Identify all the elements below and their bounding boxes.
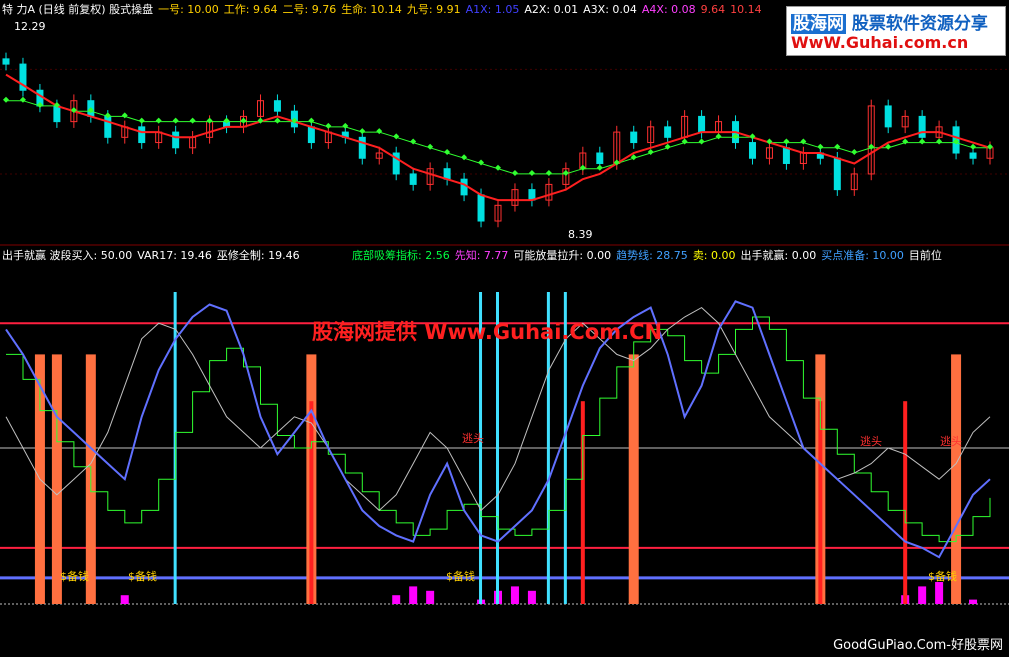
candle-body (969, 152, 977, 159)
header-top-item: A2X: 0.01 (524, 3, 579, 16)
candle-body (918, 115, 926, 138)
sell-signal-bar (903, 401, 908, 604)
candle-body (2, 58, 10, 65)
header-mid-item: 出手就赢 波段买入: 50.00 (2, 249, 133, 262)
accumulation-bar (935, 582, 944, 604)
accumulation-bar (120, 595, 129, 604)
buy-signal-bar (51, 354, 62, 604)
header-top-item: A3X: 0.04 (583, 3, 637, 16)
site-logo: 股海网 股票软件资源分享 WwW.Guhai.com.cn (786, 6, 1006, 56)
header-top-item: 生命: 10.14 (341, 3, 402, 16)
candle-body (664, 126, 672, 138)
sell-signal-label: 逃头 (462, 432, 484, 445)
header-top-item: A1X: 1.05 (465, 3, 520, 16)
sell-signal-bar (818, 401, 823, 604)
candle-body (409, 173, 417, 185)
buy-signal-bar (628, 354, 639, 604)
header-mid2-item: 可能放量拉升: 0.00 (513, 249, 612, 262)
candle-body (307, 126, 315, 144)
candle-body (833, 157, 841, 191)
buy-signal-label: $备钱 (928, 570, 957, 583)
header-mid-item: VAR17: 19.46 (137, 249, 212, 262)
sell-signal-label: 逃头 (860, 435, 882, 448)
buy-signal-bar (951, 354, 962, 604)
candle-body (273, 100, 281, 112)
accumulation-bar (392, 595, 401, 604)
header-top-item: 工作: 9.64 (223, 3, 278, 16)
accumulation-bar (969, 599, 978, 604)
candle-body (782, 147, 790, 164)
price-header: 特 力A (日线 前复权) 股式操盘 一号: 10.00 工作: 9.64 二号: 9… (2, 2, 767, 18)
candle-body (748, 142, 756, 159)
accumulation-bar (527, 590, 536, 604)
watermark: 股海网提供 Www.Guhai.Com.CN (312, 320, 663, 344)
header-mid2-item: 出手就赢: 0.00 (740, 249, 817, 262)
sell-signal-label: 逃头 (940, 435, 962, 448)
logo-name: 股海网 (791, 14, 846, 34)
candle-body (358, 136, 366, 159)
candle-body (477, 194, 485, 222)
candle-body (138, 126, 146, 144)
header-top-item: A4X: 0.08 (641, 3, 696, 16)
sell-signal-bar (580, 401, 585, 604)
candle-body (460, 178, 468, 196)
footer-credit: GoodGuPiao.Com-好股票网 (833, 638, 1003, 653)
header-top-item: 九号: 9.91 (406, 3, 461, 16)
header-mid2-item: 卖: 0.00 (692, 249, 736, 262)
header-mid2-item: 先知: 7.77 (454, 249, 509, 262)
candle-body (630, 131, 638, 144)
header-top-item: 10.14 (730, 3, 762, 16)
candle-body (53, 105, 61, 123)
candle-body (698, 115, 706, 133)
header-top-item: 二号: 9.76 (282, 3, 337, 16)
candle-body (596, 152, 604, 164)
logo-url: WwW.Guhai.com.cn (791, 33, 969, 52)
header-mid2-item: 目前位 (908, 249, 942, 262)
candle-body (884, 105, 892, 128)
candle-body (172, 131, 180, 149)
header-top-item: 特 力A (日线 前复权) 股式操盘 (2, 3, 154, 16)
header-top-item: 一号: 10.00 (158, 3, 219, 16)
price-low-label: 8.39 (568, 228, 593, 241)
indicator-header-left: 出手就赢 波段买入: 50.00 VAR17: 19.46 巫修全制: 19.46 (2, 248, 305, 264)
buy-signal-label: $备钱 (446, 570, 475, 583)
buy-signal-label: $备钱 (128, 570, 157, 583)
sell-signal-bar (309, 401, 314, 604)
accumulation-bar (510, 586, 519, 604)
header-top-item: 9.64 (700, 3, 726, 16)
header-mid2-item: 趋势线: 28.75 (616, 249, 688, 262)
indicator-header-right: 底部吸筹指标: 2.56 先知: 7.77 可能放量拉升: 0.00 趋势线: 28.… (352, 248, 947, 264)
logo-slogan: 股票软件资源分享 (851, 14, 988, 34)
buy-signal-label: $备钱 (60, 570, 89, 583)
accumulation-bar (918, 586, 927, 604)
header-mid2-item: 底部吸筹指标: 2.56 (352, 249, 450, 262)
price-high-label: 12.29 (14, 20, 46, 33)
header-mid-item: 巫修全制: 19.46 (216, 249, 300, 262)
header-mid2-item: 买点准备: 10.00 (821, 249, 904, 262)
accumulation-bar (426, 590, 435, 604)
candle-body (104, 115, 112, 138)
accumulation-bar (409, 586, 418, 604)
